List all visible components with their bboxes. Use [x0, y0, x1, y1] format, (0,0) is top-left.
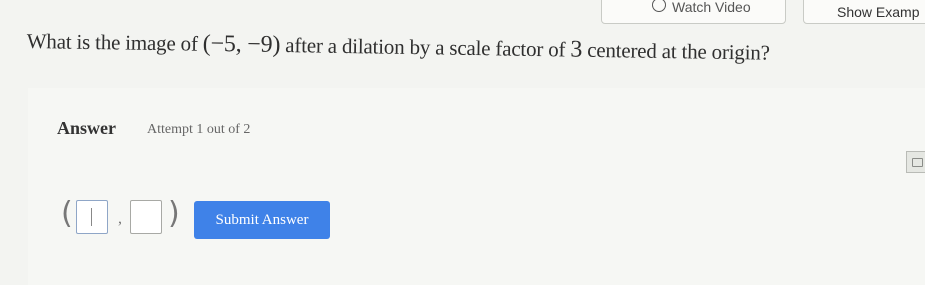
submit-answer-button[interactable]: Submit Answer — [194, 201, 330, 239]
play-circle-icon — [652, 0, 666, 12]
y-coordinate-input[interactable] — [130, 200, 162, 234]
answer-label: Answer — [57, 118, 116, 138]
comma-separator: , — [118, 210, 122, 227]
calculator-icon[interactable] — [906, 151, 925, 173]
question-point: (−5, −9) — [202, 30, 281, 58]
show-example-button[interactable]: Show Examp — [803, 0, 925, 24]
question-scale-factor: 3 — [570, 36, 583, 63]
show-example-label: Show Examp — [837, 4, 920, 20]
answer-panel — [28, 88, 925, 285]
question-suffix: centered at the origin? — [581, 37, 770, 65]
question-text: What is the image of (−5, −9) after a di… — [27, 28, 922, 69]
attempt-counter: Attempt 1 out of 2 — [147, 122, 251, 137]
text-cursor — [91, 208, 92, 226]
watch-video-button[interactable]: Watch Video — [601, 0, 786, 24]
question-prefix: What is the image of — [26, 28, 203, 56]
question-middle: after a dilation by a scale factor of — [280, 32, 571, 62]
x-coordinate-input[interactable] — [76, 200, 108, 234]
watch-video-label: Watch Video — [672, 0, 751, 15]
open-paren: ( — [61, 196, 73, 231]
close-paren: ) — [168, 196, 180, 231]
